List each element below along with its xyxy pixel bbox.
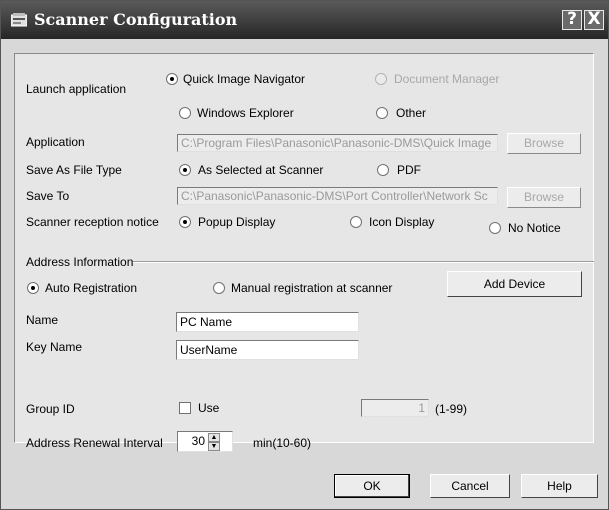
group-id-range-label: (1-99)	[435, 402, 468, 416]
radio-no-notice-label[interactable]: No Notice	[508, 221, 561, 235]
name-input[interactable]: PC Name	[176, 312, 359, 332]
radio-pdf[interactable]	[377, 164, 389, 176]
renewal-interval-stepper[interactable]: 30 ▲ ▼	[177, 431, 233, 452]
renewal-interval-unit-label: min(10-60)	[253, 436, 312, 450]
scanner-icon	[11, 13, 27, 27]
key-name-input[interactable]: UserName	[176, 340, 359, 360]
group-id-label: Group ID	[26, 402, 75, 416]
radio-as-selected-at-scanner[interactable]	[179, 164, 191, 176]
ok-button[interactable]: OK	[334, 474, 410, 498]
radio-quick-image-navigator[interactable]	[166, 73, 178, 85]
launch-application-label: Launch application	[26, 82, 127, 96]
radio-icon-display-label[interactable]: Icon Display	[369, 215, 434, 229]
radio-windows-explorer[interactable]	[179, 107, 191, 119]
spin-down-icon[interactable]: ▼	[208, 442, 220, 451]
add-device-button[interactable]: Add Device	[447, 271, 582, 297]
radio-as-selected-at-scanner-label[interactable]: As Selected at Scanner	[198, 163, 323, 177]
save-to-path-field: C:\Panasonic\Panasonic-DMS\Port Controll…	[177, 187, 498, 205]
cancel-button[interactable]: Cancel	[430, 474, 510, 498]
settings-panel	[14, 53, 594, 443]
title-bar[interactable]: Scanner Configuration ? X	[1, 1, 608, 39]
scanner-configuration-dialog: Scanner Configuration ? X Launch applica…	[0, 0, 609, 510]
close-button[interactable]: X	[584, 10, 604, 30]
close-icon: X	[587, 9, 601, 29]
address-information-divider	[132, 261, 594, 263]
window-title: Scanner Configuration	[34, 10, 238, 29]
save-to-browse-button: Browse	[507, 187, 581, 208]
radio-auto-registration-label[interactable]: Auto Registration	[45, 281, 137, 295]
radio-document-manager-label: Document Manager	[394, 72, 500, 86]
radio-auto-registration[interactable]	[27, 282, 39, 294]
application-path-field: C:\Program Files\Panasonic\Panasonic-DMS…	[177, 134, 498, 152]
radio-windows-explorer-label[interactable]: Windows Explorer	[197, 106, 294, 120]
save-to-label: Save To	[26, 189, 70, 203]
help-title-button[interactable]: ?	[562, 10, 582, 30]
radio-manual-registration-label[interactable]: Manual registration at scanner	[231, 281, 392, 295]
question-icon: ?	[567, 9, 577, 29]
radio-popup-display-label[interactable]: Popup Display	[198, 215, 275, 229]
spin-up-icon[interactable]: ▲	[208, 433, 220, 442]
radio-popup-display[interactable]	[179, 216, 191, 228]
group-id-input: 1	[361, 399, 429, 417]
reception-notice-label: Scanner reception notice	[26, 215, 159, 229]
save-as-file-type-label: Save As File Type	[26, 163, 122, 177]
application-browse-button: Browse	[507, 133, 581, 154]
address-renewal-interval-label: Address Renewal Interval	[26, 436, 163, 450]
radio-icon-display[interactable]	[350, 216, 362, 228]
radio-quick-image-navigator-label[interactable]: Quick Image Navigator	[183, 72, 305, 86]
key-name-label: Key Name	[26, 340, 83, 354]
address-information-heading: Address Information	[26, 255, 134, 269]
radio-pdf-label[interactable]: PDF	[397, 163, 421, 177]
radio-document-manager	[375, 73, 387, 85]
renewal-interval-value[interactable]: 30	[178, 432, 205, 450]
application-label: Application	[26, 135, 85, 149]
radio-manual-registration[interactable]	[213, 282, 225, 294]
use-checkbox-label[interactable]: Use	[198, 401, 219, 415]
radio-no-notice[interactable]	[489, 222, 501, 234]
radio-other[interactable]	[376, 107, 388, 119]
help-button[interactable]: Help	[521, 474, 598, 498]
radio-other-label[interactable]: Other	[396, 106, 426, 120]
name-label: Name	[26, 313, 59, 327]
use-checkbox[interactable]	[179, 402, 191, 414]
